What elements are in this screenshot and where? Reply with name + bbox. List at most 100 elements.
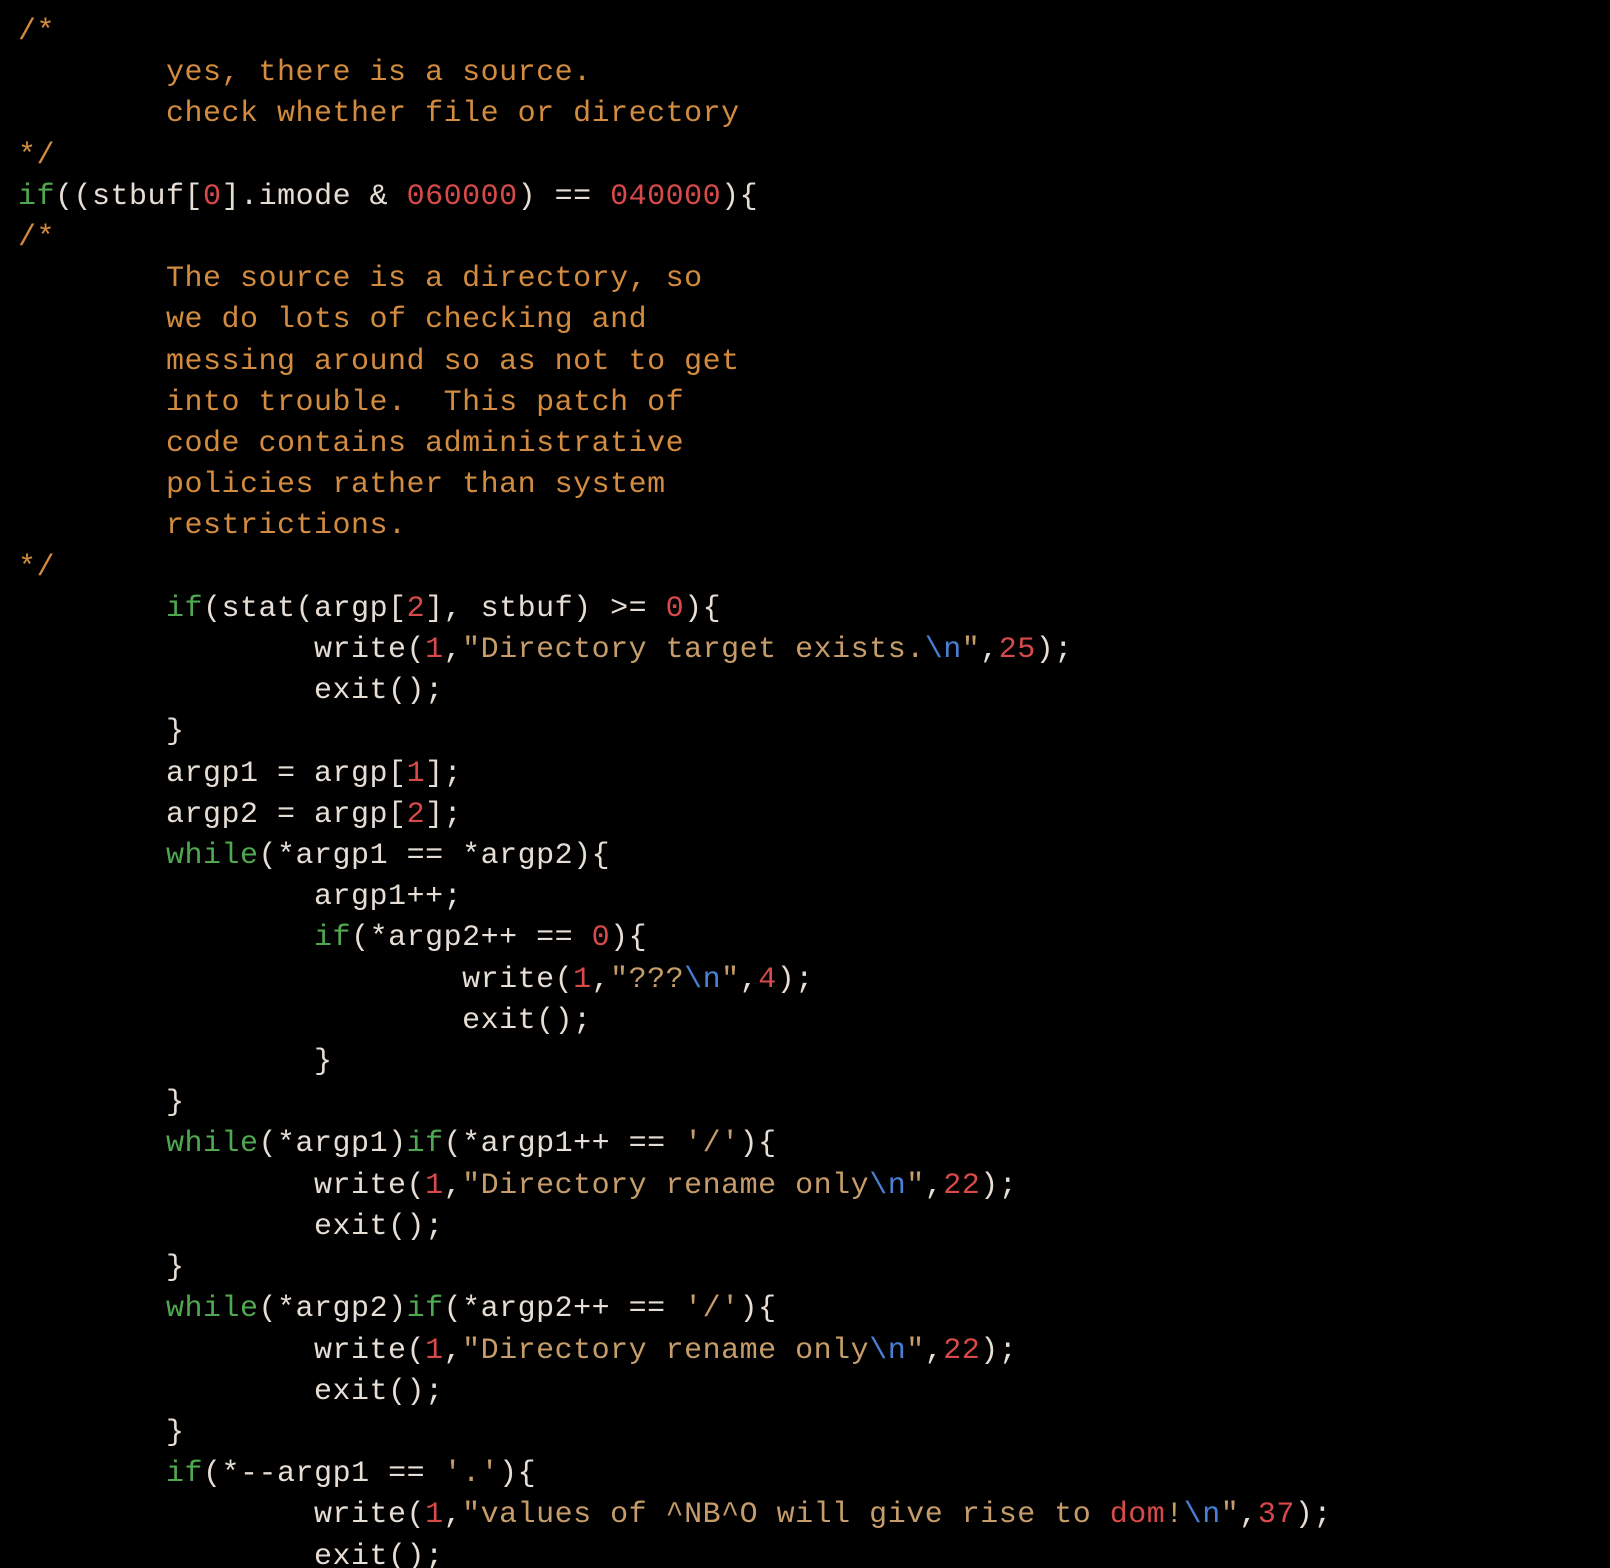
- code-text: );: [1036, 633, 1073, 667]
- code-text: (stat(argp[: [203, 592, 407, 626]
- number-literal: 22: [943, 1169, 980, 1203]
- keyword-while: while: [166, 1127, 259, 1161]
- string-literal: Directory rename only: [481, 1169, 870, 1203]
- code-text: ){: [721, 180, 758, 214]
- code-text: ,: [925, 1334, 944, 1368]
- code-text: write(: [18, 1498, 425, 1532]
- code-text: (*--argp1 ==: [203, 1457, 444, 1491]
- number-literal: 2: [407, 592, 426, 626]
- number-literal: 0: [592, 921, 611, 955]
- code-text: write(: [18, 1334, 425, 1368]
- string-literal: values of ^NB^O will give rise to: [481, 1498, 1110, 1532]
- code-text: argp1++;: [18, 880, 462, 914]
- string-quote: ": [462, 1334, 481, 1368]
- code-text: exit();: [18, 1540, 444, 1568]
- code-text: ,: [980, 633, 999, 667]
- code-text: ){: [740, 1127, 777, 1161]
- code-text: ){: [499, 1457, 536, 1491]
- code-text: ];: [425, 757, 462, 791]
- keyword-if: if: [314, 921, 351, 955]
- comment-line: policies rather than system: [18, 468, 666, 502]
- code-text: ) ==: [518, 180, 611, 214]
- code-text: exit();: [18, 1375, 444, 1409]
- code-text: (*argp1): [259, 1127, 407, 1161]
- comment-open: /*: [18, 15, 55, 49]
- code-text: argp1 = argp[: [18, 757, 407, 791]
- code-text: exit();: [18, 1004, 592, 1038]
- code-block: /* yes, there is a source. check whether…: [0, 0, 1610, 1568]
- keyword-if: if: [18, 180, 55, 214]
- char-literal: '/': [684, 1127, 740, 1161]
- char-literal: '.': [444, 1457, 500, 1491]
- code-text: }: [18, 715, 185, 749]
- string-quote: ": [1221, 1498, 1240, 1532]
- code-text: ], stbuf) >=: [425, 592, 666, 626]
- string-quote: ": [721, 963, 740, 997]
- number-literal: 22: [943, 1334, 980, 1368]
- escape-sequence: \n: [925, 633, 962, 667]
- code-text: ((stbuf[: [55, 180, 203, 214]
- code-text: ){: [740, 1292, 777, 1326]
- keyword-if: if: [407, 1127, 444, 1161]
- code-text: ){: [610, 921, 647, 955]
- string-quote: ": [906, 1169, 925, 1203]
- number-literal: 2: [407, 798, 426, 832]
- code-text: write(: [18, 963, 573, 997]
- code-text: write(: [18, 633, 425, 667]
- code-text: (*argp2): [259, 1292, 407, 1326]
- number-literal: 25: [999, 633, 1036, 667]
- string-quote: ": [462, 633, 481, 667]
- code-text: ,: [444, 633, 463, 667]
- comment-open: /*: [18, 221, 55, 255]
- code-text: (*argp1++ ==: [444, 1127, 685, 1161]
- code-text: );: [980, 1169, 1017, 1203]
- code-text: ];: [425, 798, 462, 832]
- comment-line: restrictions.: [18, 509, 407, 543]
- code-text: ,: [740, 963, 759, 997]
- code-text: write(: [18, 1169, 425, 1203]
- code-text: }: [18, 1086, 185, 1120]
- code-text: (*argp1 == *argp2){: [259, 839, 611, 873]
- code-text: (*argp2++ ==: [444, 1292, 685, 1326]
- comment-line: into trouble. This patch of: [18, 386, 684, 420]
- number-literal: 1: [407, 757, 426, 791]
- string-literal: Directory target exists.: [481, 633, 925, 667]
- code-text: ,: [1239, 1498, 1258, 1532]
- string-quote: ": [906, 1334, 925, 1368]
- code-text: ,: [444, 1498, 463, 1532]
- char-literal: '/': [684, 1292, 740, 1326]
- comment-line: we do lots of checking and: [18, 303, 647, 337]
- keyword-while: while: [166, 839, 259, 873]
- code-text: ,: [444, 1169, 463, 1203]
- keyword-if: if: [407, 1292, 444, 1326]
- comment-close: */: [18, 551, 55, 585]
- comment-line: check whether file or directory: [18, 97, 740, 131]
- number-literal: 0: [666, 592, 685, 626]
- comment-close: */: [18, 139, 55, 173]
- code-text: exit();: [18, 674, 444, 708]
- code-text: argp2 = argp[: [18, 798, 407, 832]
- code-text: );: [777, 963, 814, 997]
- code-text: );: [1295, 1498, 1332, 1532]
- code-text: ){: [684, 592, 721, 626]
- code-text: ,: [444, 1334, 463, 1368]
- string-quote: ": [610, 963, 629, 997]
- number-literal: 4: [758, 963, 777, 997]
- code-text: }: [18, 1416, 185, 1450]
- code-text: exit();: [18, 1210, 444, 1244]
- keyword-while: while: [166, 1292, 259, 1326]
- code-text: ,: [925, 1169, 944, 1203]
- string-quote: ": [462, 1498, 481, 1532]
- code-text: }: [18, 1045, 333, 1079]
- keyword-if: if: [166, 1457, 203, 1491]
- number-literal: 0: [203, 180, 222, 214]
- number-literal: 1: [425, 1334, 444, 1368]
- escape-sequence: \n: [1184, 1498, 1221, 1532]
- string-special-dom: dom: [1110, 1498, 1166, 1532]
- code-text: ,: [592, 963, 611, 997]
- comment-line: yes, there is a source.: [18, 56, 592, 90]
- number-literal: 060000: [407, 180, 518, 214]
- number-literal: 1: [425, 633, 444, 667]
- keyword-if: if: [166, 592, 203, 626]
- string-literal: ???: [629, 963, 685, 997]
